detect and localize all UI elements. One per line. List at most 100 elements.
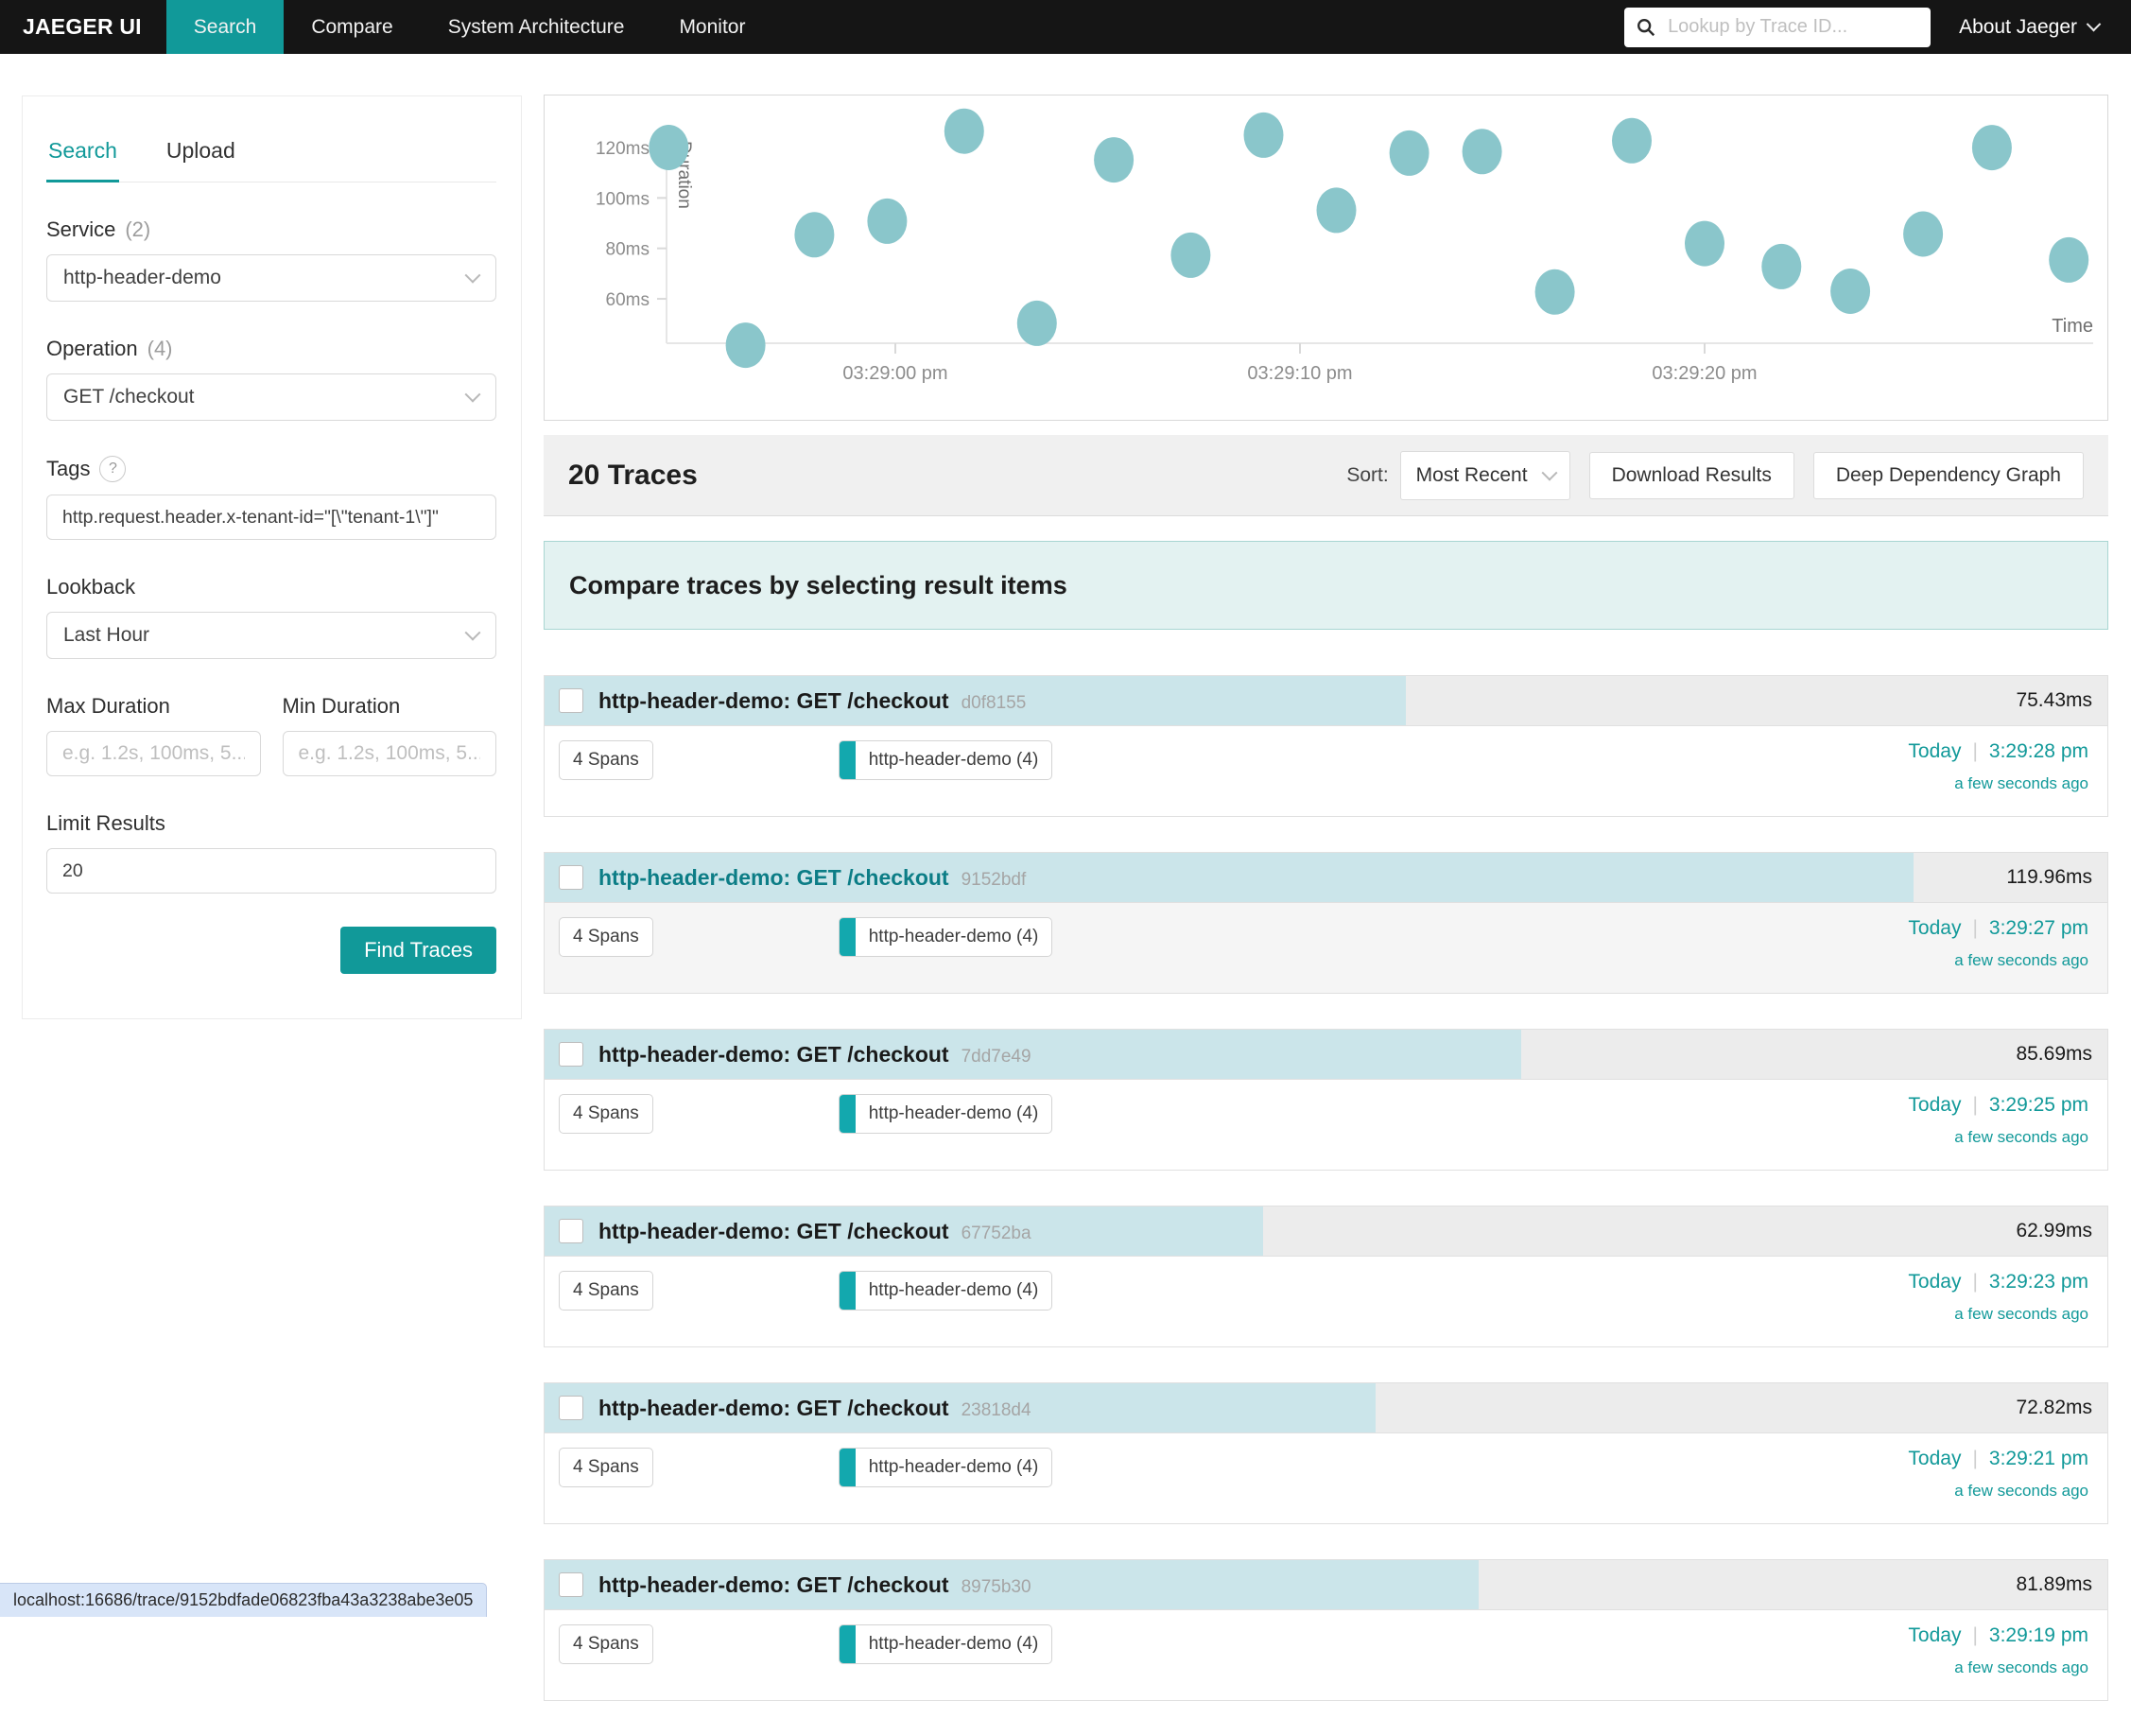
- deep-dependency-graph-button[interactable]: Deep Dependency Graph: [1812, 451, 2084, 499]
- trace-duration: 119.96ms: [2006, 866, 2092, 888]
- nav-tab-compare[interactable]: Compare: [284, 0, 420, 54]
- trace-time[interactable]: 3:29:25 pm: [1989, 1094, 2088, 1117]
- tags-input[interactable]: [46, 495, 496, 540]
- trace-card-header[interactable]: http-header-demo: GET /checkout d0f8155 7…: [545, 676, 2107, 726]
- find-traces-button[interactable]: Find Traces: [340, 927, 496, 974]
- trace-select-checkbox[interactable]: [559, 1219, 583, 1243]
- trace-scatter-point[interactable]: [867, 198, 908, 244]
- trace-scatter-point[interactable]: [1094, 137, 1135, 183]
- trace-time[interactable]: 3:29:28 pm: [1989, 740, 2088, 763]
- max-duration-input[interactable]: [46, 731, 261, 776]
- trace-date[interactable]: Today: [1908, 1271, 1961, 1293]
- trace-select-checkbox[interactable]: [559, 865, 583, 890]
- span-count-chip: 4 Spans: [559, 1448, 653, 1487]
- trace-scatter-point[interactable]: [1903, 211, 1944, 257]
- trace-title-link[interactable]: http-header-demo: GET /checkout d0f8155: [598, 688, 1026, 714]
- tab-upload[interactable]: Upload: [165, 138, 237, 182]
- trace-date[interactable]: Today: [1908, 917, 1961, 940]
- nav-tab-monitor[interactable]: Monitor: [651, 0, 772, 54]
- nav-tab-search[interactable]: Search: [165, 0, 285, 54]
- trace-card-header[interactable]: http-header-demo: GET /checkout 23818d4 7…: [545, 1383, 2107, 1433]
- trace-scatter-point[interactable]: [1170, 232, 1211, 278]
- trace-timestamp: Today | 3:29:19 pm a few seconds ago: [1908, 1624, 2092, 1677]
- trace-scatter-point[interactable]: [1830, 269, 1871, 314]
- trace-scatter-point[interactable]: [1462, 129, 1502, 175]
- trace-title-link[interactable]: http-header-demo: GET /checkout 9152bdf: [598, 865, 1026, 891]
- trace-select-checkbox[interactable]: [559, 1042, 583, 1067]
- trace-select-checkbox[interactable]: [559, 1396, 583, 1420]
- lookback-label: Lookback: [46, 575, 136, 599]
- trace-date[interactable]: Today: [1908, 1448, 1961, 1470]
- trace-title-link[interactable]: http-header-demo: GET /checkout 23818d4: [598, 1396, 1031, 1421]
- trace-result-list: http-header-demo: GET /checkout d0f8155 7…: [544, 675, 2108, 1701]
- trace-date[interactable]: Today: [1908, 1094, 1961, 1117]
- trace-card-body: 4 Spans http-header-demo (4) Today | 3:29:…: [545, 726, 2107, 816]
- service-tag-label: http-header-demo (4): [868, 1103, 1039, 1123]
- trace-time[interactable]: 3:29:19 pm: [1989, 1624, 2088, 1647]
- chevron-down-icon: [2086, 16, 2102, 32]
- trace-relative-time: a few seconds ago: [1954, 1305, 2088, 1323]
- trace-scatter-point[interactable]: [1316, 187, 1357, 234]
- trace-result-card: http-header-demo: GET /checkout 8975b30 8…: [544, 1559, 2108, 1701]
- tab-search[interactable]: Search: [46, 138, 119, 182]
- trace-scatter-point[interactable]: [649, 125, 689, 170]
- trace-card-header[interactable]: http-header-demo: GET /checkout 7dd7e49 8…: [545, 1030, 2107, 1080]
- x-tick-label: 03:29:20 pm: [1652, 363, 1757, 384]
- nav-tab-system-architecture[interactable]: System Architecture: [421, 0, 652, 54]
- service-tag-chip: http-header-demo (4): [838, 917, 1053, 957]
- timestamp-separator: |: [1972, 740, 1978, 762]
- trace-duration: 72.82ms: [2016, 1397, 2092, 1418]
- trace-card-body: 4 Spans http-header-demo (4) Today | 3:29:…: [545, 1257, 2107, 1346]
- trace-scatter-point[interactable]: [1534, 269, 1575, 315]
- trace-lookup-box[interactable]: [1624, 7, 1932, 47]
- help-icon[interactable]: ?: [99, 456, 127, 482]
- service-tag-label: http-header-demo (4): [868, 750, 1039, 770]
- trace-scatter-point[interactable]: [944, 108, 984, 154]
- trace-scatter-point[interactable]: [1685, 220, 1724, 267]
- min-duration-input[interactable]: [282, 731, 496, 776]
- trace-card-header[interactable]: http-header-demo: GET /checkout 9152bdf 1…: [545, 853, 2107, 903]
- operation-select[interactable]: GET /checkout: [46, 373, 496, 421]
- trace-scatter-point[interactable]: [1243, 112, 1284, 158]
- trace-scatter-point[interactable]: [1971, 125, 2012, 171]
- trace-card-body: 4 Spans http-header-demo (4) Today | 3:29:…: [545, 1433, 2107, 1523]
- trace-lookup-input[interactable]: [1666, 15, 1920, 39]
- trace-scatter-point[interactable]: [2049, 236, 2089, 283]
- trace-card-header[interactable]: http-header-demo: GET /checkout 67752ba 6…: [545, 1207, 2107, 1257]
- lookback-select[interactable]: Last Hour: [46, 612, 496, 659]
- trace-date[interactable]: Today: [1908, 1624, 1961, 1647]
- service-count: (2): [125, 217, 151, 241]
- trace-scatter-point[interactable]: [794, 212, 835, 258]
- x-tick-label: 03:29:00 pm: [842, 363, 947, 384]
- trace-time[interactable]: 3:29:21 pm: [1989, 1448, 2088, 1470]
- app-brand[interactable]: JAEGER UI: [0, 0, 166, 54]
- trace-title-link[interactable]: http-header-demo: GET /checkout 8975b30: [598, 1572, 1031, 1598]
- top-navbar: JAEGER UI Search Compare System Architec…: [0, 0, 2131, 54]
- limit-results-input[interactable]: [46, 848, 496, 894]
- timestamp-separator: |: [1972, 1271, 1978, 1293]
- service-color-block: [839, 1625, 856, 1663]
- sort-select[interactable]: Most Recent: [1399, 450, 1570, 500]
- service-tag-chip: http-header-demo (4): [838, 1271, 1053, 1311]
- trace-scatter-point[interactable]: [1612, 117, 1652, 164]
- trace-date[interactable]: Today: [1908, 740, 1961, 763]
- trace-scatter-point[interactable]: [1761, 243, 1802, 289]
- sort-select-value: Most Recent: [1415, 463, 1528, 486]
- about-jaeger-menu[interactable]: About Jaeger: [1959, 0, 2102, 54]
- trace-select-checkbox[interactable]: [559, 1572, 583, 1597]
- span-count-chip: 4 Spans: [559, 1271, 653, 1311]
- service-select-value: http-header-demo: [63, 267, 221, 288]
- trace-time[interactable]: 3:29:27 pm: [1989, 917, 2088, 940]
- download-results-button[interactable]: Download Results: [1588, 451, 1794, 499]
- trace-select-checkbox[interactable]: [559, 688, 583, 713]
- service-select[interactable]: http-header-demo: [46, 254, 496, 302]
- trace-card-header[interactable]: http-header-demo: GET /checkout 8975b30 8…: [545, 1560, 2107, 1610]
- trace-scatter-point[interactable]: [1389, 130, 1429, 176]
- trace-timestamp: Today | 3:29:25 pm a few seconds ago: [1908, 1094, 2092, 1147]
- trace-title-link[interactable]: http-header-demo: GET /checkout 67752ba: [598, 1219, 1031, 1244]
- trace-scatter-point[interactable]: [725, 322, 766, 369]
- trace-time[interactable]: 3:29:23 pm: [1989, 1271, 2088, 1293]
- duration-scatter-chart: 120ms 100ms 80ms 60ms 03:29:00 pm 03:29:10 pm…: [544, 95, 2108, 421]
- trace-scatter-point[interactable]: [1016, 300, 1057, 346]
- trace-title-link[interactable]: http-header-demo: GET /checkout 7dd7e49: [598, 1042, 1031, 1068]
